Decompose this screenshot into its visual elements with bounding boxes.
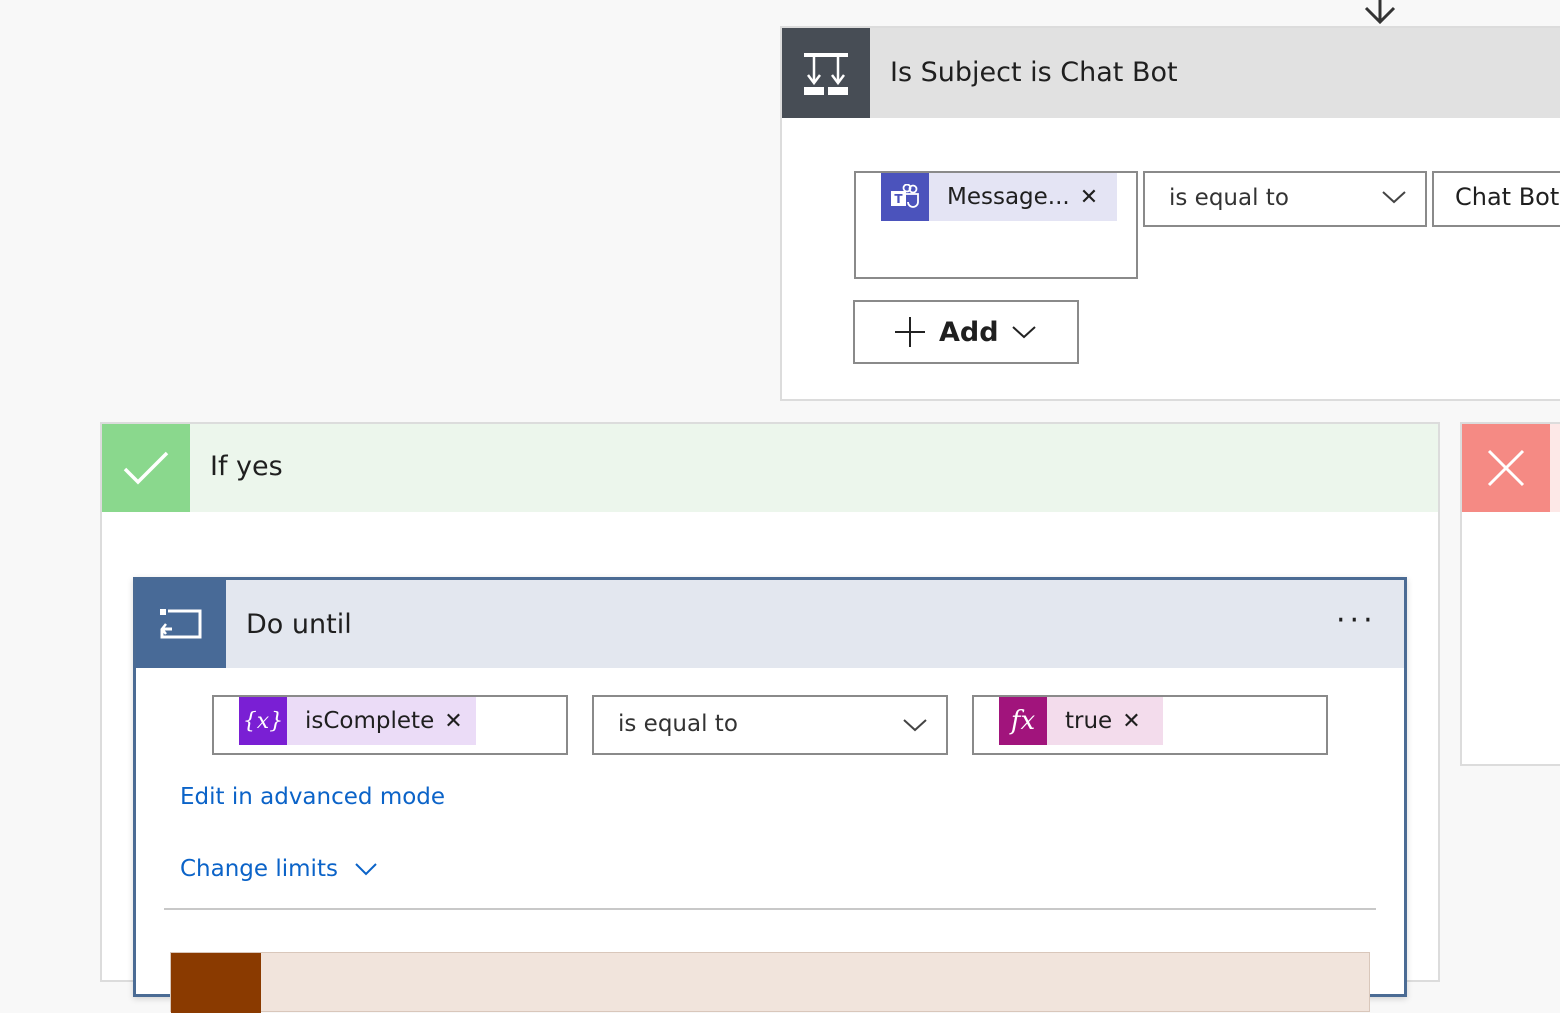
edit-advanced-link[interactable]: Edit in advanced mode (180, 784, 445, 810)
if-no-branch[interactable] (1460, 422, 1560, 766)
if-yes-title: If yes (210, 451, 283, 482)
condition-left-operand[interactable]: T Message... ✕ (854, 171, 1138, 279)
check-icon (102, 424, 190, 512)
close-icon[interactable]: ✕ (1122, 709, 1152, 734)
plus-icon (895, 317, 925, 347)
loop-operator-dropdown[interactable]: is equal to (592, 695, 948, 755)
condition-header[interactable]: Is Subject is Chat Bot (782, 28, 1560, 118)
arrow-down-icon (1364, 0, 1396, 25)
do-until-card[interactable]: Do until ··· {x} isComplete ✕ is equal t… (133, 577, 1407, 1013)
nested-action-card[interactable] (170, 952, 1370, 1013)
if-no-header[interactable] (1550, 424, 1560, 512)
iscomplete-token-label: isComplete (305, 708, 435, 734)
svg-text:T: T (894, 192, 903, 206)
condition-icon (782, 28, 870, 118)
loop-left-operand[interactable]: {x} isComplete ✕ (212, 695, 568, 755)
chevron-down-icon (903, 719, 927, 732)
message-token[interactable]: T Message... ✕ (881, 173, 1117, 221)
variable-icon: {x} (239, 697, 287, 745)
do-until-title: Do until (246, 609, 352, 640)
iscomplete-token[interactable]: {x} isComplete ✕ (239, 697, 476, 745)
condition-value-field[interactable]: Chat Bot (1432, 171, 1560, 227)
add-button-label: Add (939, 316, 999, 348)
expression-icon: fx (999, 697, 1047, 745)
divider (164, 908, 1376, 910)
condition-card[interactable]: Is Subject is Chat Bot T Message... ✕ is… (780, 26, 1560, 401)
if-yes-branch[interactable]: If yes Do until ··· {x} isComplete ✕ is … (100, 422, 1440, 1013)
teams-icon: T (881, 173, 929, 221)
close-icon[interactable]: ✕ (444, 709, 474, 734)
do-until-header[interactable]: Do until ··· (136, 580, 1404, 668)
message-token-label: Message... (947, 184, 1070, 210)
if-yes-header[interactable]: If yes (102, 424, 1438, 512)
close-icon (1462, 424, 1550, 512)
loop-operator-label: is equal to (618, 711, 738, 737)
chevron-down-icon (1382, 191, 1406, 204)
more-options-icon[interactable]: ··· (1336, 606, 1377, 636)
loop-icon (136, 580, 226, 668)
condition-value: Chat Bot (1455, 183, 1560, 211)
chevron-down-icon (1011, 326, 1036, 339)
condition-operator-dropdown[interactable]: is equal to (1143, 171, 1427, 227)
chevron-down-icon (355, 863, 377, 876)
add-button[interactable]: Add (853, 300, 1079, 364)
condition-title: Is Subject is Chat Bot (890, 57, 1178, 88)
loop-right-operand[interactable]: fx true ✕ (972, 695, 1328, 755)
change-limits-label: Change limits (180, 856, 338, 882)
true-token-label: true (1065, 708, 1113, 734)
true-token[interactable]: fx true ✕ (999, 697, 1163, 745)
close-icon[interactable]: ✕ (1080, 185, 1110, 210)
action-icon (171, 953, 261, 1013)
change-limits-link[interactable]: Change limits (180, 856, 378, 882)
condition-operator-label: is equal to (1169, 185, 1289, 211)
